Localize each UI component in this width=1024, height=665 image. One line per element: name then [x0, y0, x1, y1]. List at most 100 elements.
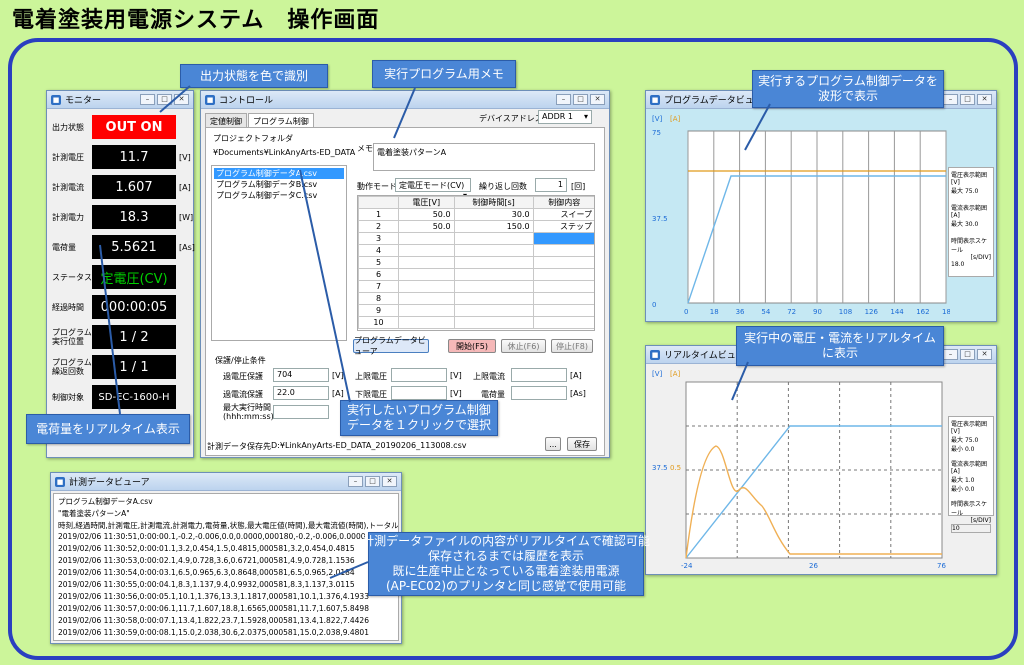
lower-voltage-input[interactable] [391, 386, 447, 400]
v-min-label: 最小 [951, 446, 964, 453]
table-cell[interactable] [453, 256, 534, 269]
minimize-icon[interactable]: – [140, 94, 155, 105]
log-titlebar[interactable]: ■ 計測データビューア – □ ✕ [51, 473, 401, 491]
table-row[interactable]: 9 [358, 304, 594, 317]
col-header: 制御時間[s] [453, 196, 534, 209]
table-cell[interactable]: 50.0 [398, 220, 455, 233]
table-cell[interactable] [398, 256, 455, 269]
file-item[interactable]: プログラム制御データC.csv [214, 190, 344, 201]
table-cell[interactable] [532, 316, 594, 329]
table-row[interactable]: 6 [358, 268, 594, 281]
maxtime-input[interactable] [273, 405, 329, 419]
save-button[interactable]: 保存 [567, 437, 597, 451]
table-cell[interactable] [532, 244, 594, 257]
table-cell[interactable]: 30.0 [453, 208, 534, 221]
maximize-icon[interactable]: □ [157, 94, 172, 105]
maximize-icon[interactable]: □ [573, 94, 588, 105]
table-row[interactable]: 5 [358, 256, 594, 269]
program-viewer-window: ■ プログラムデータビューア – □ ✕ [V] [A] 75 37.5 0 0 18 3… [645, 90, 997, 322]
minimize-icon[interactable]: – [556, 94, 571, 105]
table-cell[interactable] [532, 280, 594, 293]
close-icon[interactable]: ✕ [590, 94, 605, 105]
minimize-icon[interactable]: – [943, 349, 958, 360]
project-folder-path: ¥Documents¥LinkAnyArts-ED_DATA [213, 148, 356, 157]
table-row[interactable]: 10 [358, 316, 594, 329]
start-button[interactable]: 開始(F5) [448, 339, 496, 353]
callout-select-one-click: 実行したいプログラム制御 データを１クリックで選択 [340, 400, 498, 436]
time-scale-select[interactable]: 10 [951, 524, 991, 533]
table-cell[interactable] [532, 292, 594, 305]
minimize-icon[interactable]: – [348, 476, 363, 487]
app-icon: ■ [650, 94, 660, 105]
table-cell[interactable] [453, 268, 534, 281]
upper-current-input[interactable] [511, 368, 567, 382]
program-viewer-button[interactable]: プログラムデータビューア [353, 336, 429, 356]
close-icon[interactable]: ✕ [977, 94, 992, 105]
stop-button[interactable]: 停止(F8) [551, 339, 593, 353]
table-cell[interactable] [453, 304, 534, 317]
ovp-input[interactable]: 704 [273, 368, 329, 382]
app-icon: ■ [51, 94, 61, 105]
log-text[interactable]: プログラム制御データA.csv "電着塗装パターンA" 時刻,経過時間,計測電圧,計… [53, 493, 399, 641]
table-cell[interactable] [532, 256, 594, 269]
control-titlebar[interactable]: ■ コントロール – □ ✕ [201, 91, 609, 109]
table-row[interactable]: 3 [358, 232, 594, 245]
maximize-icon[interactable]: □ [365, 476, 380, 487]
table-row[interactable]: 2 50.0 150.0 ステップ [358, 220, 594, 233]
table-cell[interactable] [453, 244, 534, 257]
table-cell[interactable] [398, 280, 455, 293]
a-max-value[interactable]: 30.0 [965, 221, 978, 228]
table-cell[interactable] [453, 316, 534, 329]
program-table[interactable]: 電圧[V] 制御時間[s] 制御内容 1 50.0 30.0 スイープ 2 50.0 150… [357, 195, 595, 331]
table-cell[interactable] [398, 316, 455, 329]
ocp-input[interactable]: 22.0 [273, 386, 329, 400]
table-cell[interactable]: ステップ [532, 220, 594, 233]
file-item[interactable]: プログラム制御データB.csv [214, 179, 344, 190]
table-cell[interactable]: スイープ [532, 208, 594, 221]
table-row[interactable]: 7 [358, 280, 594, 293]
table-cell[interactable] [532, 268, 594, 281]
file-list[interactable]: プログラム制御データA.csv プログラム制御データB.csv プログラム制御デ… [211, 165, 347, 341]
table-cell[interactable] [532, 232, 594, 245]
table-cell[interactable] [398, 232, 455, 245]
table-cell[interactable]: 50.0 [398, 208, 455, 221]
monitor-value: 定電圧(CV) [92, 265, 176, 289]
close-icon[interactable]: ✕ [382, 476, 397, 487]
table-cell[interactable] [453, 232, 534, 245]
charge-input[interactable] [511, 386, 567, 400]
mode-select[interactable]: 定電圧モード(CV)▾ [395, 178, 471, 200]
maximize-icon[interactable]: □ [960, 349, 975, 360]
a-max-value[interactable]: 1.0 [965, 477, 975, 484]
ovp-label: 過電圧保護 [223, 372, 263, 381]
repeat-input[interactable]: 1 [535, 178, 567, 192]
table-cell[interactable]: 150.0 [453, 220, 534, 233]
table-row[interactable]: 4 [358, 244, 594, 257]
device-address-select[interactable]: ADDR 1 ▾ [538, 110, 592, 124]
table-cell[interactable] [453, 280, 534, 293]
pause-button[interactable]: 休止(F6) [501, 339, 546, 353]
close-icon[interactable]: ✕ [977, 349, 992, 360]
memo-field[interactable]: 電着塗装パターンA [373, 143, 595, 171]
upper-voltage-input[interactable] [391, 368, 447, 382]
close-icon[interactable]: ✕ [174, 94, 189, 105]
table-cell[interactable] [398, 304, 455, 317]
v-max-value[interactable]: 75.0 [965, 437, 978, 444]
project-folder-label: プロジェクトフォルダ [213, 134, 293, 143]
table-row[interactable]: 1 50.0 30.0 スイープ [358, 208, 594, 221]
table-row[interactable]: 8 [358, 292, 594, 305]
a-min-value[interactable]: 0.0 [965, 486, 975, 493]
table-cell[interactable] [398, 292, 455, 305]
file-item[interactable]: プログラム制御データA.csv [214, 168, 344, 179]
v-max-value[interactable]: 75.0 [965, 188, 978, 195]
table-cell[interactable] [398, 268, 455, 281]
monitor-titlebar[interactable]: ■ モニター – □ ✕ [47, 91, 193, 109]
log-line: プログラム制御データA.csv [58, 497, 153, 506]
table-cell[interactable] [532, 304, 594, 317]
table-cell[interactable] [398, 244, 455, 257]
browse-button[interactable]: ... [545, 437, 561, 451]
table-cell[interactable] [453, 292, 534, 305]
time-scale-value[interactable]: 18.0 [951, 261, 991, 268]
minimize-icon[interactable]: – [943, 94, 958, 105]
v-min-value[interactable]: 0.0 [965, 446, 975, 453]
maximize-icon[interactable]: □ [960, 94, 975, 105]
